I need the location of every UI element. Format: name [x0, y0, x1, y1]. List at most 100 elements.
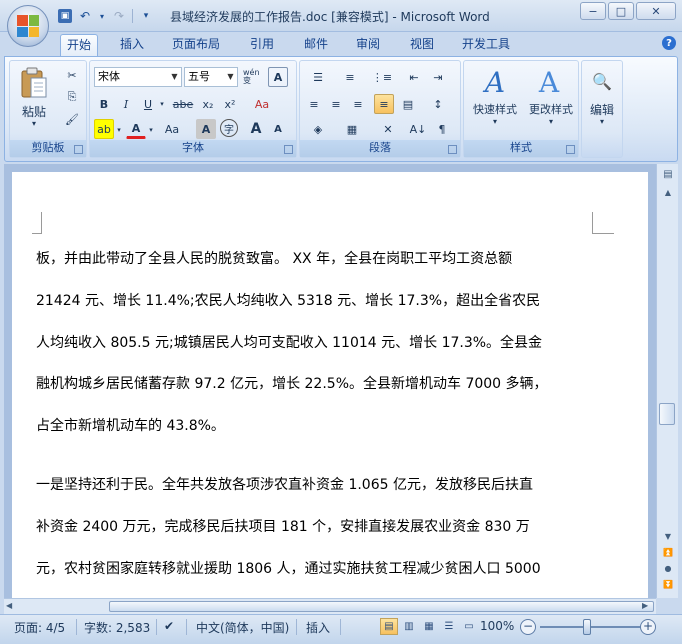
- phonetic-guide-icon[interactable]: wén变: [242, 67, 264, 87]
- shading-icon[interactable]: ◈: [304, 119, 332, 139]
- previous-page-icon[interactable]: ⏫: [660, 546, 676, 560]
- chinese-layout-icon[interactable]: ✕: [374, 119, 402, 139]
- save-icon[interactable]: ▣: [58, 9, 72, 23]
- center-icon[interactable]: ≡: [326, 94, 346, 114]
- line-spacing-icon[interactable]: ↕: [424, 94, 452, 114]
- tab-developer[interactable]: 开发工具: [456, 34, 516, 56]
- help-icon[interactable]: ?: [662, 36, 676, 50]
- quick-styles-icon[interactable]: A: [472, 65, 518, 99]
- font-size-combo[interactable]: 五号 ▼: [184, 67, 238, 87]
- distributed-icon[interactable]: ▤: [398, 94, 418, 114]
- font-dialog-launcher-icon[interactable]: [284, 145, 293, 154]
- browse-object-icon[interactable]: ●: [660, 562, 676, 576]
- increase-indent-icon[interactable]: ⇥: [428, 67, 448, 87]
- tab-review[interactable]: 审阅: [350, 34, 386, 56]
- paste-label[interactable]: 粘贴: [16, 103, 52, 120]
- paste-icon[interactable]: [16, 65, 52, 101]
- paragraph-dialog-launcher-icon[interactable]: [448, 145, 457, 154]
- paste-dropdown-icon[interactable]: ▾: [16, 119, 52, 128]
- shrink-font-icon[interactable]: A: [268, 119, 288, 139]
- change-styles-dropdown-icon[interactable]: ▾: [522, 117, 580, 126]
- tab-home[interactable]: 开始: [60, 34, 99, 56]
- tab-insert[interactable]: 插入: [114, 34, 150, 56]
- change-case-icon[interactable]: Aa: [160, 119, 184, 139]
- horizontal-scroll-thumb[interactable]: [109, 601, 654, 612]
- minimize-button[interactable]: −: [580, 2, 606, 20]
- justify-icon[interactable]: ≡: [374, 94, 394, 114]
- bold-icon[interactable]: B: [94, 94, 114, 114]
- clear-formatting-icon[interactable]: Aa: [250, 94, 274, 114]
- undo-dropdown-icon[interactable]: ▾: [98, 7, 106, 25]
- zoom-out-icon[interactable]: −: [520, 619, 536, 635]
- enclose-characters-icon[interactable]: 字: [220, 119, 238, 137]
- scroll-down-icon[interactable]: ▼: [660, 530, 676, 544]
- highlight-dropdown-icon[interactable]: ▾: [115, 122, 123, 138]
- customize-qat-icon[interactable]: ▾: [137, 7, 155, 25]
- zoom-in-icon[interactable]: +: [640, 619, 656, 635]
- draft-view-icon[interactable]: ▭: [460, 618, 478, 635]
- font-color-dropdown-icon[interactable]: ▾: [147, 122, 155, 138]
- grow-font-icon[interactable]: A: [246, 119, 266, 139]
- zoom-level[interactable]: 100%: [480, 619, 514, 633]
- document-page[interactable]: 板，并由此带动了全县人民的脱贫致富。 XX 年，全县在岗职工平均工资总额 214…: [12, 172, 648, 598]
- character-shading-icon[interactable]: A: [196, 119, 216, 139]
- align-right-icon[interactable]: ≡: [348, 94, 368, 114]
- editing-dropdown-icon[interactable]: ▾: [582, 117, 622, 126]
- align-left-icon[interactable]: ≡: [304, 94, 324, 114]
- bullets-icon[interactable]: ☰: [304, 67, 332, 87]
- chevron-down-icon[interactable]: ▼: [224, 68, 237, 86]
- font-name-combo[interactable]: 宋体 ▼: [94, 67, 182, 87]
- subscript-icon[interactable]: x₂: [198, 94, 218, 114]
- multilevel-list-icon[interactable]: ⋮≡: [368, 67, 396, 87]
- full-screen-reading-view-icon[interactable]: ▥: [400, 618, 418, 635]
- tab-page-layout[interactable]: 页面布局: [166, 34, 226, 56]
- strikethrough-icon[interactable]: abe: [170, 94, 196, 114]
- language-indicator[interactable]: 中文(简体，中国): [196, 619, 289, 636]
- tab-mailings[interactable]: 邮件: [298, 34, 334, 56]
- scroll-up-icon[interactable]: ▲: [660, 186, 676, 200]
- copy-icon[interactable]: ⎘: [62, 87, 82, 107]
- cut-icon[interactable]: ✂: [62, 65, 82, 85]
- redo-icon[interactable]: ↷: [110, 7, 128, 25]
- chevron-down-icon[interactable]: ▼: [168, 68, 181, 86]
- highlight-icon[interactable]: ab: [94, 119, 114, 139]
- outline-view-icon[interactable]: ☰: [440, 618, 458, 635]
- office-button[interactable]: [7, 5, 49, 47]
- format-painter-icon[interactable]: 🖌: [62, 109, 82, 129]
- styles-dialog-launcher-icon[interactable]: [566, 145, 575, 154]
- clipboard-dialog-launcher-icon[interactable]: [74, 145, 83, 154]
- superscript-icon[interactable]: x²: [220, 94, 240, 114]
- undo-icon[interactable]: ↶: [76, 7, 94, 25]
- font-color-icon[interactable]: A: [126, 119, 146, 139]
- character-border-icon[interactable]: A: [268, 67, 288, 87]
- word-count[interactable]: 字数: 2,583: [84, 619, 150, 636]
- sort-icon[interactable]: A↓: [408, 119, 428, 139]
- insert-mode-indicator[interactable]: 插入: [306, 619, 330, 636]
- horizontal-scrollbar[interactable]: ◀ ▶: [4, 598, 656, 614]
- vertical-scrollbar[interactable]: ▤ ▲ ▼ ⏫ ● ⏬: [656, 164, 678, 598]
- scroll-right-icon[interactable]: ▶: [642, 601, 654, 612]
- quick-styles-dropdown-icon[interactable]: ▾: [466, 117, 524, 126]
- change-styles-label[interactable]: 更改样式: [522, 101, 580, 117]
- vertical-scroll-thumb[interactable]: [659, 403, 675, 425]
- numbering-icon[interactable]: ≡: [336, 67, 364, 87]
- editing-label[interactable]: 编辑: [582, 101, 622, 118]
- ruler-toggle-icon[interactable]: ▤: [660, 168, 676, 182]
- tab-references[interactable]: 引用: [244, 34, 280, 56]
- tab-view[interactable]: 视图: [404, 34, 440, 56]
- close-button[interactable]: ✕: [636, 2, 676, 20]
- show-formatting-marks-icon[interactable]: ¶: [432, 119, 452, 139]
- proofing-icon[interactable]: ✔: [164, 619, 174, 633]
- borders-icon[interactable]: ▦: [338, 119, 366, 139]
- underline-dropdown-icon[interactable]: ▾: [158, 96, 166, 112]
- quick-styles-label[interactable]: 快速样式: [466, 101, 524, 117]
- next-page-icon[interactable]: ⏬: [660, 578, 676, 592]
- zoom-slider-thumb[interactable]: [583, 619, 591, 635]
- find-icon[interactable]: 🔍: [588, 67, 616, 95]
- print-layout-view-icon[interactable]: ▤: [380, 618, 398, 635]
- change-styles-icon[interactable]: A: [526, 65, 572, 99]
- page-indicator[interactable]: 页面: 4/5: [14, 619, 65, 636]
- scroll-left-icon[interactable]: ◀: [6, 601, 18, 612]
- italic-icon[interactable]: I: [116, 94, 136, 114]
- web-layout-view-icon[interactable]: ▦: [420, 618, 438, 635]
